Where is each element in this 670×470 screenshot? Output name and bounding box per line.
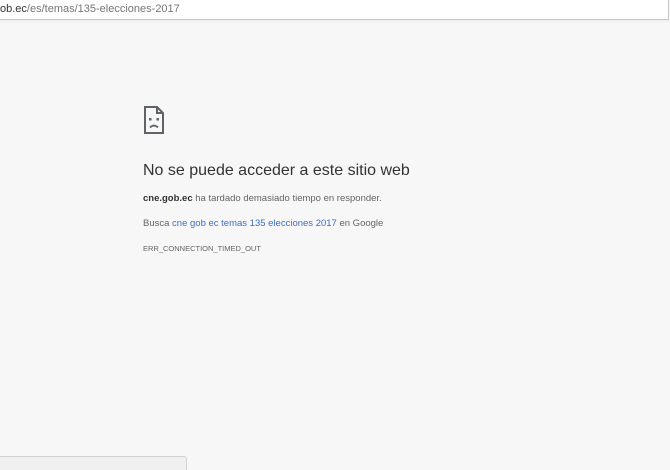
error-title: No se puede acceder a este sitio web xyxy=(143,162,410,179)
search-suffix: en Google xyxy=(336,218,384,229)
error-interstitial: No se puede acceder a este sitio web cne… xyxy=(143,106,563,253)
url-text[interactable]: ob.ec/es/temas/135-elecciones-2017 xyxy=(0,3,180,16)
search-prefix: Busca xyxy=(143,218,173,229)
browser-viewport: ob.ec/es/temas/135-elecciones-2017 No se… xyxy=(0,0,670,470)
error-summary: cne.gob.ec ha tardado demasiado tiempo e… xyxy=(143,193,382,204)
url-path: /es/temas/135-elecciones-2017 xyxy=(26,3,180,15)
toolbar-shadow xyxy=(0,20,670,23)
address-bar[interactable]: ob.ec/es/temas/135-elecciones-2017 xyxy=(0,0,669,20)
status-bubble xyxy=(0,456,187,470)
search-suggestion: Busca cne gob ec temas 135 elecciones 20… xyxy=(143,218,383,229)
url-host: ob.ec xyxy=(0,3,27,15)
sad-page-icon xyxy=(144,106,164,134)
error-code: ERR_CONNECTION_TIMED_OUT xyxy=(143,244,261,253)
error-host: cne.gob.ec xyxy=(143,193,193,204)
google-search-link[interactable]: cne gob ec temas 135 elecciones 2017 xyxy=(172,218,337,229)
error-host-message: ha tardado demasiado tiempo en responder… xyxy=(192,193,382,204)
